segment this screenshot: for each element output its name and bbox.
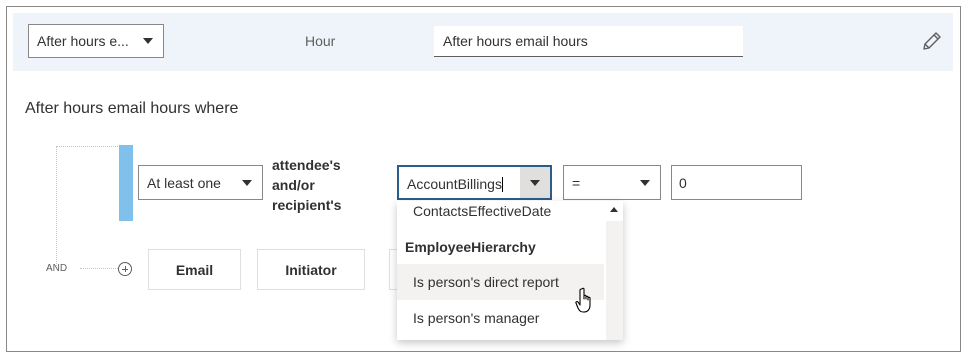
chevron-down-icon [530,180,540,186]
list-group-header: EmployeeHierarchy [405,239,536,255]
add-condition-icon[interactable] [118,262,132,276]
email-chip[interactable]: Email [148,249,241,290]
quantifier-value: At least one [147,174,221,191]
metric-type-value: After hours e... [37,33,129,49]
metric-name-input[interactable]: After hours email hours [434,26,743,57]
list-option[interactable]: Is person's direct report [397,264,604,300]
operator-value: = [572,174,581,191]
pencil-icon[interactable] [920,29,944,53]
hand-pointer-cursor-icon [575,287,591,313]
tree-connector [80,268,118,269]
tree-connector [56,146,118,147]
attribute-dropdown-button[interactable] [520,167,550,198]
chevron-down-icon [143,38,153,44]
quantifier-dropdown[interactable]: At least one [138,165,263,200]
attribute-combobox[interactable]: AccountBillings [397,165,552,200]
scroll-up-arrow-icon[interactable] [610,207,618,212]
chevron-down-icon [640,179,650,186]
tree-connector [56,146,57,268]
hour-label: Hour [305,33,336,49]
initiator-chip[interactable]: Initiator [257,249,365,290]
and-label: AND [46,263,68,274]
list-option[interactable]: Is person's manager [397,300,604,336]
condition-accent-bar [119,145,133,221]
list-option[interactable]: ContactsEffectiveDate [397,201,604,229]
filter-title: After hours email hours where [25,100,239,117]
listbox-scrollbar[interactable] [606,201,623,340]
subject-label: attendee's and/or recipient's [272,157,342,213]
metric-type-dropdown[interactable]: After hours e... [28,24,164,58]
scrollbar-track[interactable] [606,221,623,340]
value-input[interactable]: 0 [671,165,802,200]
text-cursor [501,177,503,192]
operator-dropdown[interactable]: = [563,165,661,200]
attribute-input-value: AccountBillings [407,176,502,192]
chevron-down-icon [242,179,252,186]
attribute-listbox: ContactsEffectiveDate EmployeeHierarchy … [397,201,623,340]
